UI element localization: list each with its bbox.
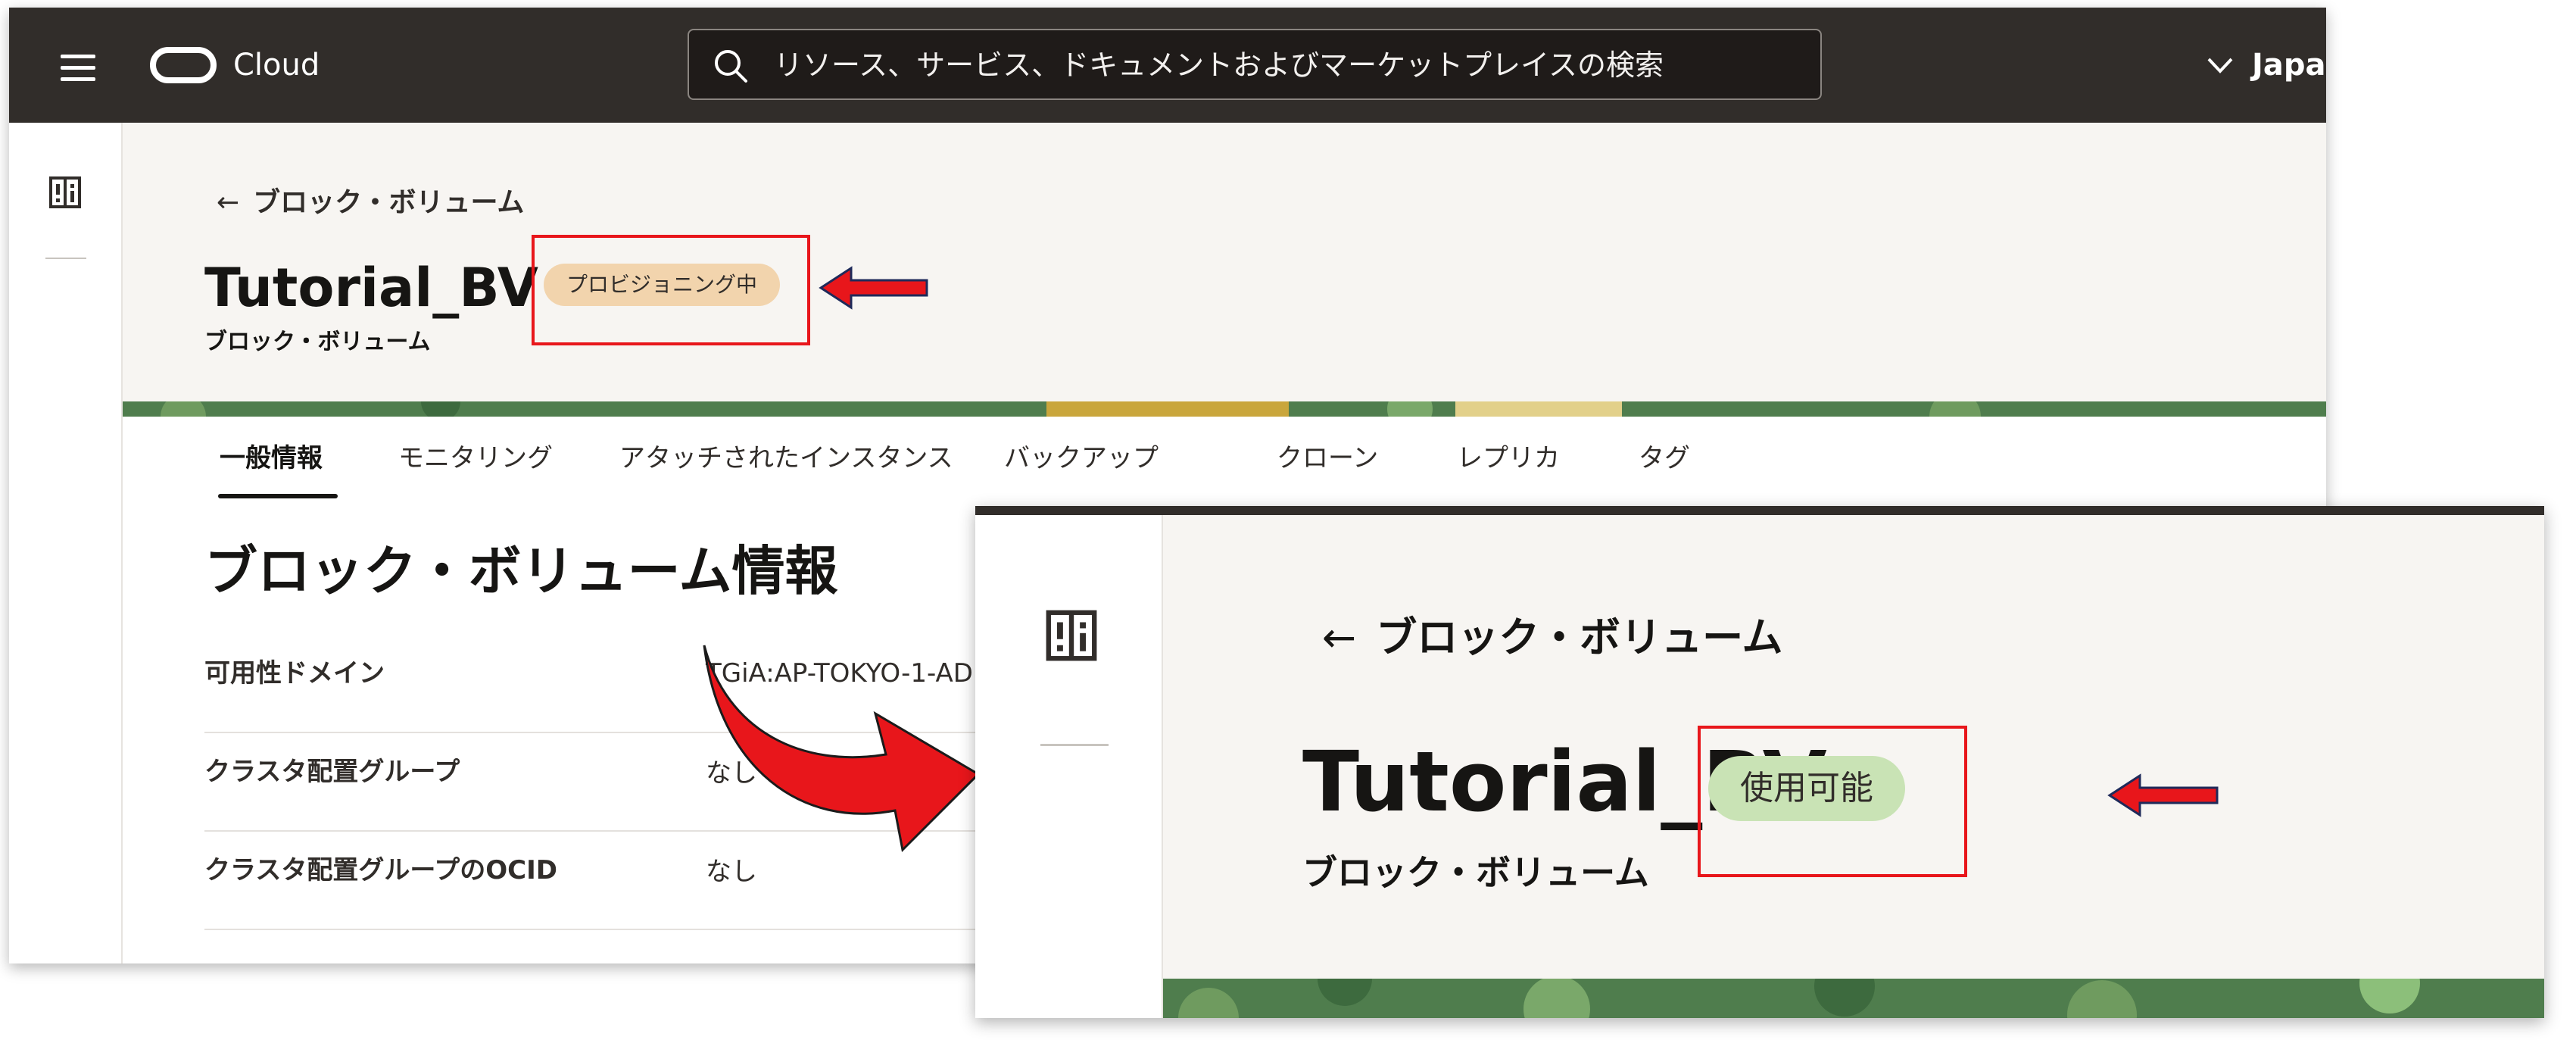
tab-backups[interactable]: バックアップ [1004, 439, 1159, 477]
section-title: ブロック・ボリューム情報 [204, 540, 838, 602]
rail-divider [45, 258, 86, 259]
page-subtitle: ブロック・ボリューム [1302, 852, 1649, 893]
decorative-banner [123, 401, 2326, 417]
annotation-arrow-icon [819, 266, 928, 310]
brand-label[interactable]: Cloud [233, 45, 320, 85]
field-label: クラスタ配置グループのOCID [204, 855, 558, 885]
top-navigation-bar [975, 506, 2544, 515]
tab-attached-instances[interactable]: アタッチされたインスタンス [619, 439, 953, 477]
resource-panel-icon[interactable] [48, 176, 82, 209]
back-link-label: ブロック・ボリューム [1376, 614, 1783, 661]
search-input[interactable]: リソース、サービス、ドキュメントおよびマーケットプレイスの検索 [688, 29, 1822, 100]
zoomed-header-window: ← ブロック・ボリューム Tutorial_BV 使用可能 ブロック・ボリューム [975, 506, 2544, 1018]
rail-divider [1040, 744, 1109, 746]
breadcrumb-back-link[interactable]: ← ブロック・ボリューム [217, 183, 524, 223]
search-icon [715, 50, 747, 83]
search-placeholder: リソース、サービス、ドキュメントおよびマーケットプレイスの検索 [774, 48, 1664, 82]
highlight-box [532, 235, 810, 345]
hamburger-menu-icon[interactable] [61, 55, 95, 82]
tab-tags[interactable]: タグ [1639, 439, 1690, 477]
active-tab-indicator [218, 494, 338, 498]
annotation-arrow-icon [2107, 773, 2219, 817]
left-rail [975, 515, 1163, 1018]
tab-general-info[interactable]: 一般情報 [220, 439, 323, 477]
chevron-down-icon[interactable] [2205, 53, 2235, 77]
resource-panel-icon[interactable] [1045, 609, 1098, 662]
decorative-banner [1163, 979, 2544, 1018]
page-subtitle: ブロック・ボリューム [204, 329, 431, 355]
field-label: 可用性ドメイン [204, 658, 385, 689]
field-value: なし [706, 857, 757, 887]
highlight-box [1698, 726, 1967, 877]
back-arrow-icon: ← [1322, 614, 1357, 661]
top-navigation-bar: Cloud リソース、サービス、ドキュメントおよびマーケットプレイスの検索 Ja… [9, 8, 2326, 123]
oracle-cloud-logo-icon[interactable] [149, 45, 217, 85]
tab-bar: 一般情報 モニタリング アタッチされたインスタンス バックアップ クローン レプ… [123, 417, 2326, 498]
back-arrow-icon: ← [217, 187, 240, 218]
tab-replicas[interactable]: レプリカ [1457, 439, 1560, 477]
tab-monitoring[interactable]: モニタリング [398, 439, 553, 477]
breadcrumb-back-link[interactable]: ← ブロック・ボリューム [1322, 611, 1783, 665]
tab-clones[interactable]: クローン [1277, 439, 1378, 477]
transition-arrow-icon [703, 645, 981, 853]
page-header: ← ブロック・ボリューム Tutorial_BV プロビジョニング中 ブロック・ボ… [123, 123, 2326, 414]
page-header: ← ブロック・ボリューム Tutorial_BV 使用可能 ブロック・ボリューム [1163, 515, 2544, 985]
left-rail [9, 123, 123, 963]
page-title: Tutorial_BV [204, 257, 538, 319]
region-selector[interactable]: Japan [2252, 44, 2326, 86]
field-label: クラスタ配置グループ [204, 757, 460, 787]
back-link-label: ブロック・ボリューム [253, 187, 525, 218]
